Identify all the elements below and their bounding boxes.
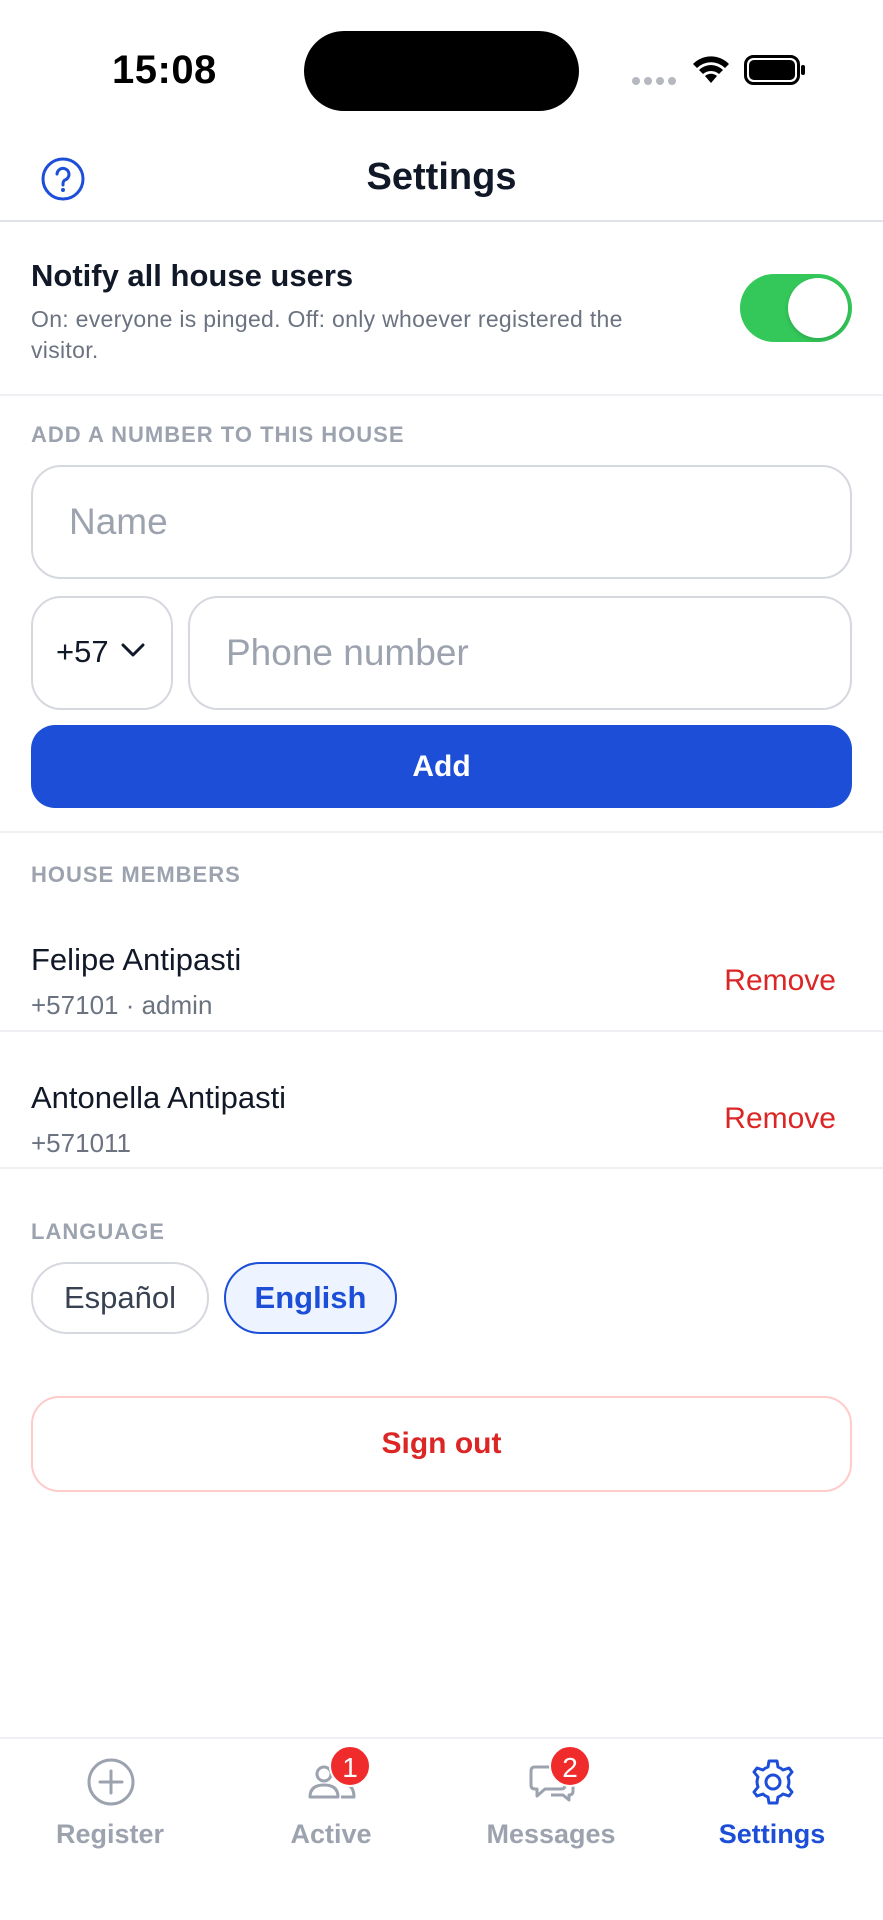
- language-option-espanol[interactable]: Español: [31, 1262, 209, 1334]
- country-code-select[interactable]: +57: [31, 596, 173, 710]
- tab-label: Messages: [486, 1819, 616, 1849]
- cellular-signal-icon: [632, 77, 676, 85]
- member-name: Felipe Antipasti: [31, 942, 242, 977]
- remove-member-button[interactable]: Remove: [724, 1102, 836, 1136]
- divider: [0, 831, 883, 833]
- member-details: +57101 · admin: [31, 990, 213, 1020]
- status-bar: 15:08: [0, 0, 883, 140]
- notify-description: On: everyone is pinged. Off: only whoeve…: [31, 306, 623, 363]
- member-details: +571011: [31, 1128, 132, 1158]
- divider: [0, 1030, 883, 1032]
- status-time: 15:08: [112, 48, 217, 92]
- tab-label: Active: [290, 1819, 372, 1849]
- member-row: Felipe Antipasti +57101 · admin Remove: [0, 920, 883, 1058]
- tab-active[interactable]: 1 Active: [221, 1739, 441, 1859]
- tab-bar: Register 1 Active 2 Messages Settings: [0, 1737, 883, 1920]
- chevron-down-icon: [121, 643, 145, 657]
- name-input[interactable]: [33, 467, 850, 577]
- tab-label: Register: [55, 1819, 165, 1849]
- toggle-knob: [788, 278, 848, 338]
- remove-member-button[interactable]: Remove: [724, 964, 836, 998]
- house-members-section-label: HOUSE MEMBERS: [31, 862, 241, 887]
- sign-out-button[interactable]: Sign out: [31, 1396, 852, 1492]
- tab-settings[interactable]: Settings: [662, 1739, 882, 1859]
- add-number-section-label: ADD A NUMBER TO THIS HOUSE: [31, 422, 405, 447]
- notification-badge: 2: [549, 1745, 591, 1787]
- notify-all-toggle[interactable]: [740, 274, 852, 342]
- gear-icon: [752, 1759, 794, 1805]
- tab-label: Settings: [718, 1819, 826, 1849]
- member-row: Antonella Antipasti +571011 Remove: [0, 1058, 883, 1196]
- phone-number-input[interactable]: [190, 598, 850, 708]
- divider: [0, 1167, 883, 1169]
- language-option-english[interactable]: English: [224, 1262, 397, 1334]
- dynamic-island: [304, 31, 579, 111]
- phone-field-container: [188, 596, 852, 710]
- notify-all-row: Notify all house users On: everyone is p…: [0, 224, 883, 396]
- header: Settings: [0, 140, 883, 222]
- page-title: Settings: [366, 156, 517, 198]
- notify-title: Notify all house users: [31, 258, 354, 293]
- name-field-container: [31, 465, 852, 579]
- plus-circle-icon: [87, 1758, 135, 1806]
- wifi-icon: [693, 56, 729, 83]
- member-name: Antonella Antipasti: [31, 1080, 287, 1115]
- tab-register[interactable]: Register: [0, 1739, 220, 1859]
- tab-messages[interactable]: 2 Messages: [441, 1739, 661, 1859]
- battery-icon: [744, 55, 805, 85]
- country-code-value: +57: [56, 634, 109, 669]
- language-section-label: LANGUAGE: [31, 1219, 165, 1244]
- add-button[interactable]: Add: [31, 725, 852, 808]
- notification-badge: 1: [329, 1745, 371, 1787]
